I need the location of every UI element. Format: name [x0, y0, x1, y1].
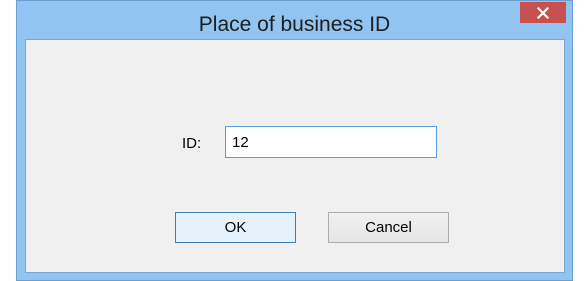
- dialog-body: ID: OK Cancel: [25, 39, 565, 273]
- cancel-button[interactable]: Cancel: [328, 212, 449, 243]
- window-title: Place of business ID: [198, 13, 391, 36]
- ok-button[interactable]: OK: [175, 212, 296, 243]
- title-bar[interactable]: Place of business ID: [17, 1, 572, 39]
- close-button[interactable]: [520, 2, 566, 23]
- close-icon: [537, 6, 549, 19]
- id-label: ID:: [182, 135, 202, 152]
- id-input[interactable]: [225, 126, 437, 158]
- window-frame: Place of business ID ID: OK Cancel: [16, 0, 573, 281]
- dialog-window: Place of business ID ID: OK Cancel: [0, 0, 586, 281]
